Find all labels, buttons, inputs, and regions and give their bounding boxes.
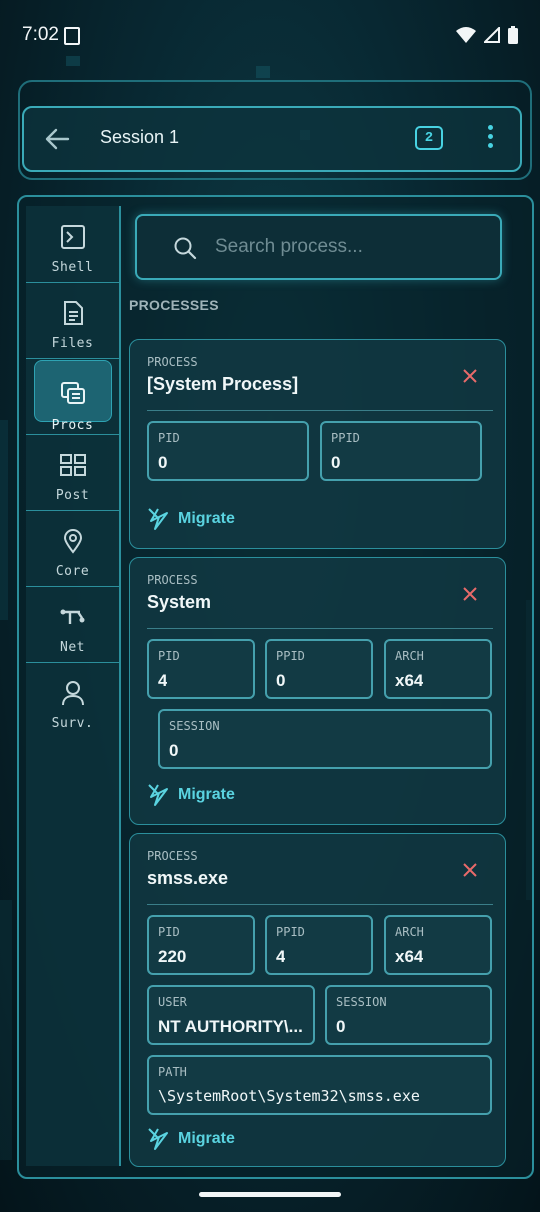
process-card: PROCESS System PID 4 PPID 0 ARCH x64 SES…: [129, 557, 506, 825]
process-card: PROCESS smss.exe PID 220 PPID 4 ARCH x64…: [129, 833, 506, 1167]
field-value: 0: [169, 741, 179, 760]
field-label: PID: [158, 431, 180, 445]
field-label: SESSION: [336, 995, 387, 1009]
sidebar-item-surv[interactable]: Surv.: [26, 662, 119, 738]
close-icon[interactable]: [462, 862, 478, 878]
pid-field: PID 4: [147, 639, 255, 699]
user-field: USER NT AUTHORITY\...: [147, 985, 315, 1045]
field-value: 4: [276, 947, 286, 966]
field-label: PPID: [276, 925, 305, 939]
sidebar-item-net[interactable]: Net: [26, 586, 119, 663]
field-label: USER: [158, 995, 187, 1009]
file-icon: [64, 301, 83, 325]
field-value: 0: [158, 453, 168, 472]
field-label: PID: [158, 925, 180, 939]
sidebar-item-shell[interactable]: Shell: [26, 206, 119, 283]
ppid-field: PPID 0: [320, 421, 482, 481]
search-bar[interactable]: Search process...: [135, 214, 502, 280]
arch-field: ARCH x64: [384, 639, 492, 699]
migrate-icon: [148, 784, 168, 806]
location-pin-icon: [63, 529, 83, 554]
search-input[interactable]: Search process...: [215, 236, 363, 258]
field-value: 0: [331, 453, 341, 472]
sidebar-item-procs[interactable]: Procs: [26, 358, 119, 435]
sidebar: Shell Files Procs Post Core Net Surv.: [26, 206, 121, 1166]
migrate-icon: [148, 1128, 168, 1150]
signal-icon: [484, 27, 500, 43]
battery-icon: [508, 26, 518, 44]
sidebar-item-files[interactable]: Files: [26, 282, 119, 359]
sidebar-item-label: Post: [55, 488, 90, 503]
field-value: 0: [336, 1017, 346, 1036]
sidebar-item-label: Net: [60, 640, 85, 655]
processes-icon: [61, 382, 85, 404]
pid-field: PID 220: [147, 915, 255, 975]
field-label: ARCH: [395, 649, 424, 663]
wifi-icon: [456, 27, 476, 43]
process-name: smss.exe: [147, 868, 229, 888]
field-label: ARCH: [395, 925, 424, 939]
migrate-icon: [148, 508, 168, 530]
app-bar: Session 1 2: [22, 106, 522, 172]
back-arrow-icon[interactable]: [44, 126, 70, 152]
migrate-label: Migrate: [178, 786, 235, 803]
path-field: PATH \SystemRoot\System32\smss.exe: [147, 1055, 492, 1115]
divider: [147, 904, 493, 905]
close-icon[interactable]: [462, 368, 478, 384]
sidebar-item-post[interactable]: Post: [26, 434, 119, 511]
sidebar-item-core[interactable]: Core: [26, 510, 119, 587]
process-label: PROCESS: [147, 355, 198, 369]
field-value: \SystemRoot\System32\smss.exe: [158, 1087, 420, 1105]
close-icon[interactable]: [462, 586, 478, 602]
screenshot-indicator-icon: [64, 27, 80, 45]
process-card: PROCESS [System Process] PID 0 PPID 0 Mi…: [129, 339, 506, 549]
sidebar-item-label: Surv.: [51, 716, 94, 731]
section-header: PROCESSES: [129, 297, 219, 313]
field-value: NT AUTHORITY\...: [158, 1017, 303, 1036]
pid-field: PID 0: [147, 421, 309, 481]
field-value: 0: [276, 671, 286, 690]
sidebar-item-label: Procs: [51, 418, 94, 433]
arch-field: ARCH x64: [384, 915, 492, 975]
field-value: x64: [395, 671, 424, 690]
sidebar-item-label: Shell: [51, 260, 94, 275]
person-icon: [62, 681, 84, 706]
field-label: SESSION: [169, 719, 220, 733]
network-icon: [60, 609, 85, 624]
session-field: SESSION 0: [158, 709, 492, 769]
home-indicator[interactable]: [199, 1192, 341, 1197]
field-label: PPID: [331, 431, 360, 445]
session-field: SESSION 0: [325, 985, 492, 1045]
migrate-label: Migrate: [178, 1130, 235, 1147]
terminal-icon: [61, 225, 85, 249]
process-label: PROCESS: [147, 849, 198, 863]
sidebar-item-label: Core: [55, 564, 90, 579]
process-name: [System Process]: [147, 374, 299, 394]
process-label: PROCESS: [147, 573, 198, 587]
ppid-field: PPID 0: [265, 639, 373, 699]
more-options-icon[interactable]: [478, 122, 502, 154]
field-label: PATH: [158, 1065, 187, 1079]
grid-icon: [60, 454, 86, 476]
field-label: PPID: [276, 649, 305, 663]
field-label: PID: [158, 649, 180, 663]
field-value: x64: [395, 947, 424, 966]
field-value: 4: [158, 671, 168, 690]
ppid-field: PPID 4: [265, 915, 373, 975]
divider: [147, 410, 493, 411]
migrate-label: Migrate: [178, 510, 235, 527]
session-count-badge[interactable]: 2: [415, 126, 443, 150]
status-bar: 7:02: [0, 0, 540, 70]
search-icon: [174, 237, 197, 260]
field-value: 220: [158, 947, 187, 966]
clock: 7:02: [22, 24, 59, 45]
divider: [147, 628, 493, 629]
sidebar-item-label: Files: [51, 336, 94, 351]
process-name: System: [147, 592, 212, 612]
session-title: Session 1: [100, 127, 180, 147]
